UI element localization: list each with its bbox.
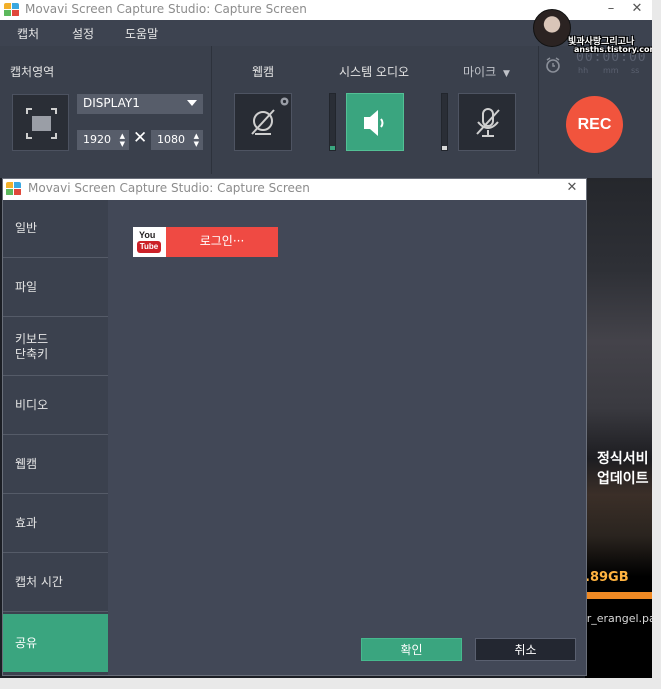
mic-toggle-button[interactable] [458, 93, 516, 151]
youtube-logo-text: Tube [137, 241, 161, 253]
background-text-2: 업데이트 [597, 471, 649, 487]
youtube-login-button[interactable]: You Tube 로그인··· [133, 227, 278, 257]
main-window-title: Movavi Screen Capture Studio: Capture Sc… [25, 2, 307, 16]
youtube-login-label: 로그인··· [166, 227, 278, 257]
mic-level-meter [441, 93, 448, 151]
menu-capture[interactable]: 캡처 [17, 25, 39, 42]
capture-main-window: Movavi Screen Capture Studio: Capture Sc… [0, 0, 661, 178]
sidebar-item-label: 캡처 시간 [15, 575, 63, 589]
sidebar-item-file[interactable]: 파일 [3, 259, 108, 317]
gear-icon[interactable] [278, 95, 291, 108]
timer-unit-ss: ss [631, 66, 640, 75]
display-select-value: DISPLAY1 [83, 96, 140, 110]
webcam-toggle-button[interactable] [234, 93, 292, 151]
dialog-title-bar[interactable]: Movavi Screen Capture Studio: Capture Sc… [3, 179, 586, 200]
main-close-button[interactable]: ✕ [624, 0, 650, 20]
sidebar-item-capture-time[interactable]: 캡처 시간 [3, 554, 108, 612]
sidebar-item-label: 비디오 [15, 398, 49, 412]
sidebar-item-keyboard-shortcuts[interactable]: 키보드 단축키 [3, 318, 108, 376]
sidebar-item-webcam[interactable]: 웹캠 [3, 436, 108, 494]
chevron-down-icon [187, 100, 197, 106]
sidebar-item-label: 효과 [15, 516, 38, 530]
screen-edge [652, 0, 661, 689]
sidebar-item-label: 파일 [15, 280, 38, 294]
avatar [533, 9, 571, 47]
watermark-url: ansths.tistory.com [574, 45, 658, 54]
menu-settings[interactable]: 설정 [72, 25, 94, 42]
stepper-arrows-icon[interactable]: ▲ ▼ [120, 132, 125, 148]
sidebar-item-effects[interactable]: 효과 [3, 495, 108, 553]
sidebar-item-general[interactable]: 일반 [3, 200, 108, 258]
system-audio-toggle-button[interactable] [346, 93, 404, 151]
share-settings-panel: You Tube 로그인··· 확인 취소 [108, 200, 586, 675]
menu-help[interactable]: 도움말 [125, 25, 158, 42]
screen-edge [0, 678, 661, 689]
system-audio-level-meter [329, 93, 336, 151]
stepper-arrows-icon[interactable]: ▲ ▼ [194, 132, 199, 148]
dialog-close-button[interactable]: ✕ [559, 179, 585, 199]
level-fill [442, 146, 447, 150]
ok-button[interactable]: 확인 [361, 638, 462, 661]
capture-frame-icon [26, 108, 57, 139]
background-file-size: .89GB [585, 570, 629, 585]
display-select[interactable]: DISPLAY1 [77, 94, 203, 114]
chevron-down-icon: ▼ [502, 69, 510, 79]
height-stepper[interactable]: 1080 ▲ ▼ [151, 130, 203, 150]
speaker-icon [364, 110, 384, 136]
level-fill [330, 146, 335, 150]
mic-label-text: 마이크 [463, 65, 497, 79]
capture-area-label: 캡처영역 [10, 65, 55, 79]
width-stepper[interactable]: 1920 ▲ ▼ [77, 130, 129, 150]
timer-unit-mm: mm [603, 66, 619, 75]
sidebar-item-label: 공유 [15, 635, 38, 650]
sidebar-item-share[interactable]: 공유 [3, 614, 108, 672]
youtube-logo-icon: You Tube [133, 227, 166, 257]
height-value: 1080 [157, 133, 185, 146]
sidebar-item-label: 키보드 단축키 [15, 331, 49, 361]
webcam-label: 웹캠 [252, 65, 275, 79]
app-logo-icon [6, 182, 21, 196]
capture-area-button[interactable] [12, 94, 69, 151]
width-value: 1920 [83, 133, 111, 146]
dialog-title: Movavi Screen Capture Studio: Capture Sc… [28, 181, 310, 195]
app-logo-icon [4, 3, 19, 17]
timer-unit-hh: hh [578, 66, 589, 75]
youtube-logo-text: You [139, 230, 156, 240]
divider [211, 46, 212, 174]
background-progress-bar [585, 592, 661, 599]
settings-dialog: Movavi Screen Capture Studio: Capture Sc… [2, 178, 587, 676]
mic-off-icon [476, 108, 500, 137]
cancel-button[interactable]: 취소 [475, 638, 576, 661]
alarm-clock-icon[interactable] [543, 55, 563, 75]
sidebar-item-label: 일반 [15, 221, 38, 235]
sidebar-item-video[interactable]: 비디오 [3, 377, 108, 435]
background-file-name: or_erangel.pa [580, 612, 656, 625]
mic-label[interactable]: 마이크 ▼ [463, 63, 510, 80]
background-text-1: 정식서비 [597, 451, 649, 467]
rec-button[interactable]: REC [566, 96, 623, 153]
divider [538, 46, 539, 174]
settings-sidebar: 일반 파일 키보드 단축키 비디오 웹캠 효과 캡처 시간 공유 [3, 200, 108, 675]
minimize-button[interactable]: – [598, 0, 624, 20]
times-icon: ✕ [133, 128, 148, 148]
system-audio-label: 시스템 오디오 [339, 65, 410, 79]
sidebar-item-label: 웹캠 [15, 457, 38, 471]
